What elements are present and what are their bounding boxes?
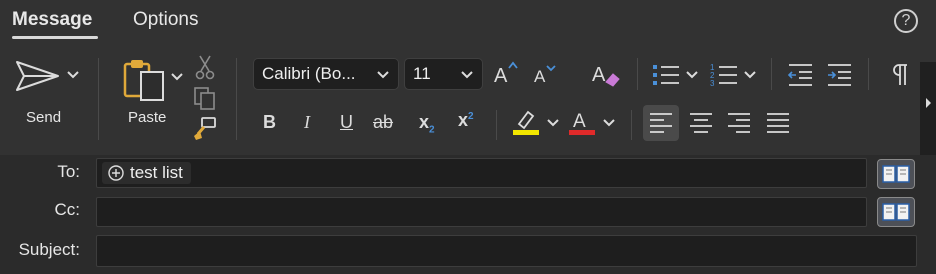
copy-icon[interactable] bbox=[193, 86, 217, 110]
svg-text:A: A bbox=[592, 64, 606, 86]
ribbon: Message Options ? Send Paste Calibri (Bo… bbox=[0, 0, 936, 155]
subject-label: Subject: bbox=[18, 240, 80, 259]
font-color-chevron-icon[interactable] bbox=[602, 118, 616, 128]
shrink-font-icon[interactable]: A bbox=[533, 62, 557, 86]
send-button[interactable]: Send bbox=[26, 109, 61, 126]
subscript-label: x bbox=[419, 112, 430, 132]
to-label: To: bbox=[57, 162, 80, 181]
subject-field[interactable] bbox=[96, 235, 917, 267]
send-options-chevron-icon[interactable] bbox=[66, 70, 80, 80]
align-left-icon[interactable] bbox=[649, 112, 673, 134]
separator bbox=[236, 58, 237, 140]
paste-button[interactable]: Paste bbox=[128, 109, 166, 126]
svg-text:A: A bbox=[573, 111, 586, 132]
paragraph-mark-icon[interactable] bbox=[891, 63, 911, 87]
separator bbox=[631, 110, 632, 140]
to-address-book-button[interactable] bbox=[877, 159, 915, 189]
font-size-dropdown[interactable]: 11 bbox=[404, 58, 483, 90]
cut-icon[interactable] bbox=[195, 54, 215, 80]
cc-label: Cc: bbox=[54, 200, 81, 219]
tab-options[interactable]: Options bbox=[133, 9, 198, 31]
superscript-label: x bbox=[458, 110, 469, 130]
svg-text:A: A bbox=[494, 65, 508, 86]
numbered-list-chevron-icon[interactable] bbox=[743, 70, 757, 80]
clear-formatting-icon[interactable]: A bbox=[591, 60, 621, 88]
decrease-indent-icon[interactable] bbox=[787, 62, 815, 88]
chevron-down-icon bbox=[377, 71, 389, 79]
italic-button[interactable]: I bbox=[304, 112, 310, 133]
bullet-list-icon[interactable] bbox=[651, 62, 683, 88]
separator bbox=[771, 58, 772, 90]
highlighter-chevron-icon[interactable] bbox=[546, 118, 560, 128]
active-tab-indicator bbox=[12, 36, 98, 39]
align-center-icon[interactable] bbox=[689, 112, 713, 134]
subscript-button[interactable]: x2 bbox=[419, 112, 435, 136]
numbered-list-icon[interactable]: 1 2 3 bbox=[709, 62, 741, 88]
send-icon[interactable] bbox=[14, 58, 62, 94]
paste-options-chevron-icon[interactable] bbox=[170, 72, 184, 82]
align-right-icon[interactable] bbox=[727, 112, 751, 134]
separator bbox=[496, 110, 497, 140]
chevron-down-icon bbox=[461, 71, 473, 79]
help-icon[interactable]: ? bbox=[894, 9, 918, 33]
format-painter-icon[interactable] bbox=[192, 116, 218, 142]
font-family-dropdown[interactable]: Calibri (Bo... bbox=[253, 58, 399, 90]
address-book-icon bbox=[882, 203, 910, 221]
font-family-value: Calibri (Bo... bbox=[262, 64, 356, 83]
font-color-icon[interactable]: A bbox=[569, 108, 595, 136]
separator bbox=[98, 58, 99, 140]
highlighter-icon[interactable] bbox=[513, 108, 539, 136]
superscript-two-icon: 2 bbox=[468, 111, 474, 122]
bold-button[interactable]: B bbox=[263, 112, 276, 133]
cc-address-book-button[interactable] bbox=[877, 197, 915, 227]
font-size-value: 11 bbox=[413, 64, 431, 83]
tab-message[interactable]: Message bbox=[12, 9, 92, 31]
grow-font-icon[interactable]: A bbox=[493, 60, 519, 86]
svg-text:A: A bbox=[534, 67, 546, 86]
recipient-name: test list bbox=[130, 163, 183, 182]
separator bbox=[637, 58, 638, 90]
recipient-chip[interactable]: test list bbox=[102, 162, 191, 184]
address-book-icon bbox=[882, 165, 910, 183]
underline-button[interactable]: U bbox=[340, 112, 353, 133]
bullet-list-chevron-icon[interactable] bbox=[685, 70, 699, 80]
svg-text:3: 3 bbox=[710, 79, 715, 88]
separator bbox=[868, 58, 869, 90]
caret-right-icon bbox=[926, 98, 931, 108]
strikethrough-button[interactable]: ab bbox=[373, 112, 393, 133]
cc-field[interactable] bbox=[96, 197, 867, 227]
to-field[interactable] bbox=[96, 158, 867, 188]
subscript-two-icon: 2 bbox=[429, 124, 435, 136]
justify-icon[interactable] bbox=[766, 112, 790, 134]
clipboard-icon[interactable] bbox=[121, 56, 169, 104]
add-circle-icon[interactable] bbox=[108, 165, 124, 181]
superscript-button[interactable]: x2 bbox=[458, 110, 474, 131]
increase-indent-icon[interactable] bbox=[826, 62, 854, 88]
ribbon-scroll-right[interactable] bbox=[920, 62, 936, 155]
